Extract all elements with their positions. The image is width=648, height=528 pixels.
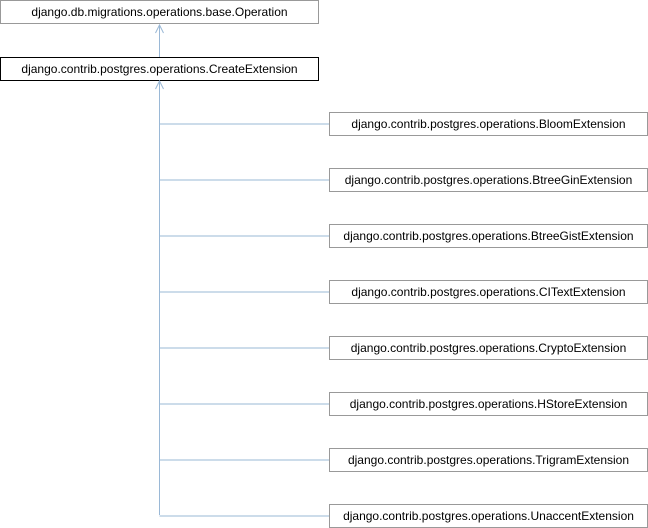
node-create-extension[interactable]: django.contrib.postgres.operations.Creat… [0,57,319,81]
node-trigram-extension[interactable]: django.contrib.postgres.operations.Trigr… [329,448,648,472]
node-base-operation[interactable]: django.db.migrations.operations.base.Ope… [0,0,319,24]
node-hstore-extension[interactable]: django.contrib.postgres.operations.HStor… [329,392,648,416]
node-citext-extension[interactable]: django.contrib.postgres.operations.CITex… [329,280,648,304]
node-crypto-extension[interactable]: django.contrib.postgres.operations.Crypt… [329,336,648,360]
node-btree-gin-extension-label: django.contrib.postgres.operations.Btree… [345,173,633,187]
node-citext-extension-label: django.contrib.postgres.operations.CITex… [351,285,625,299]
node-btree-gist-extension[interactable]: django.contrib.postgres.operations.Btree… [329,224,648,248]
node-base-operation-label: django.db.migrations.operations.base.Ope… [31,5,287,19]
node-bloom-extension[interactable]: django.contrib.postgres.operations.Bloom… [329,112,648,136]
node-unaccent-extension-label: django.contrib.postgres.operations.Unacc… [343,509,634,523]
child-nodes: django.contrib.postgres.operations.Bloom… [159,112,648,528]
inheritance-diagram: django.db.migrations.operations.base.Ope… [0,0,648,528]
node-crypto-extension-label: django.contrib.postgres.operations.Crypt… [351,341,627,355]
node-bloom-extension-label: django.contrib.postgres.operations.Bloom… [351,117,625,131]
edge-trunk [155,79,164,515]
node-create-extension-label: django.contrib.postgres.operations.Creat… [21,62,297,76]
node-unaccent-extension[interactable]: django.contrib.postgres.operations.Unacc… [329,504,648,528]
node-btree-gin-extension[interactable]: django.contrib.postgres.operations.Btree… [329,168,648,192]
edge-focus-to-base [155,23,164,57]
node-trigram-extension-label: django.contrib.postgres.operations.Trigr… [348,453,629,467]
node-btree-gist-extension-label: django.contrib.postgres.operations.Btree… [343,229,633,243]
node-hstore-extension-label: django.contrib.postgres.operations.HStor… [350,397,628,411]
